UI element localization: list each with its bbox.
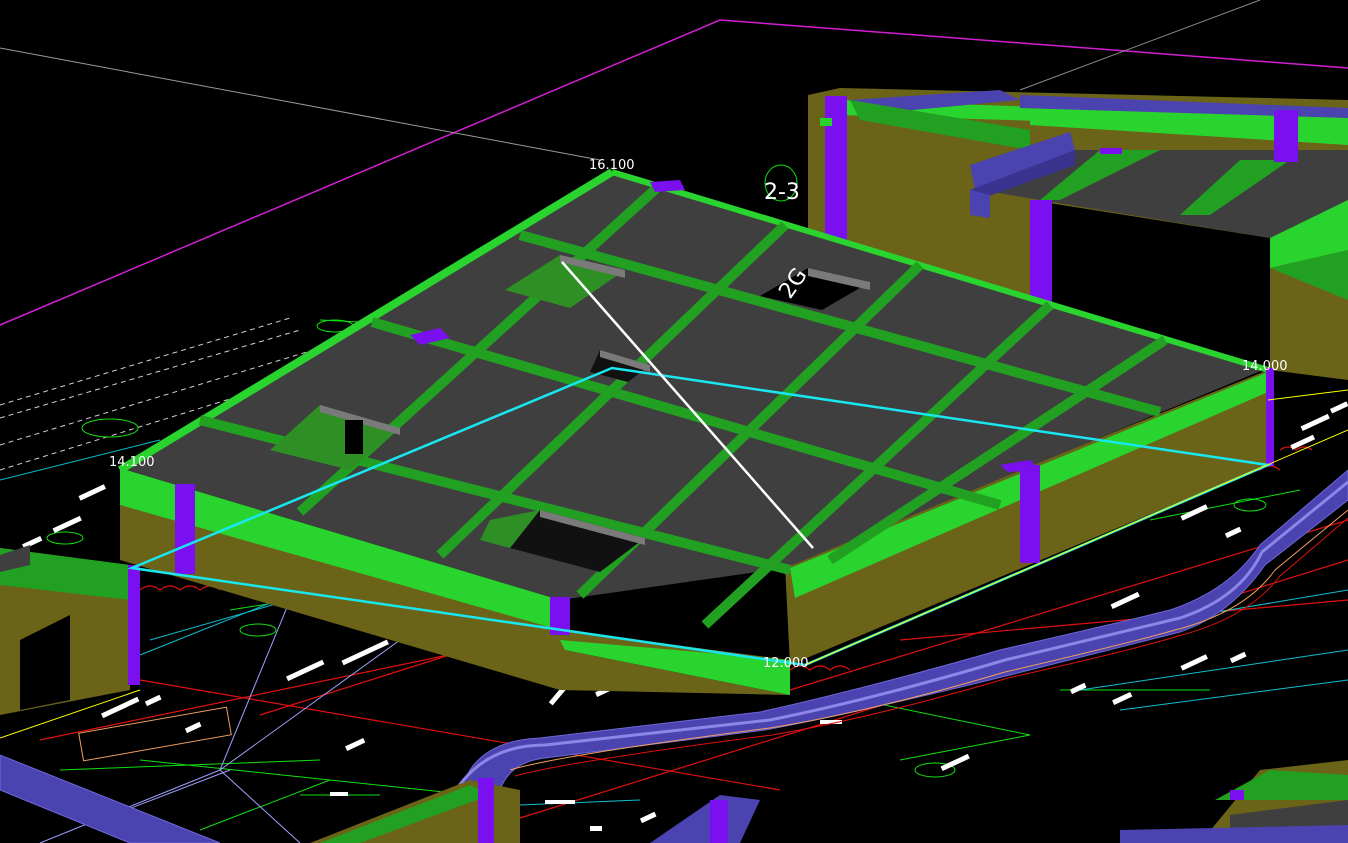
3d-model-viewport[interactable]: 16.100 14.100 14.000 12.000 2-3 2G bbox=[0, 0, 1348, 843]
elevation-label-left: 14.100 bbox=[109, 455, 155, 470]
grid-axis-label: 2-3 bbox=[764, 180, 800, 205]
elevation-label-right: 14.000 bbox=[1242, 359, 1288, 374]
elevation-label-top: 16.100 bbox=[589, 158, 635, 173]
elevation-label-bottom: 12.000 bbox=[763, 656, 809, 671]
